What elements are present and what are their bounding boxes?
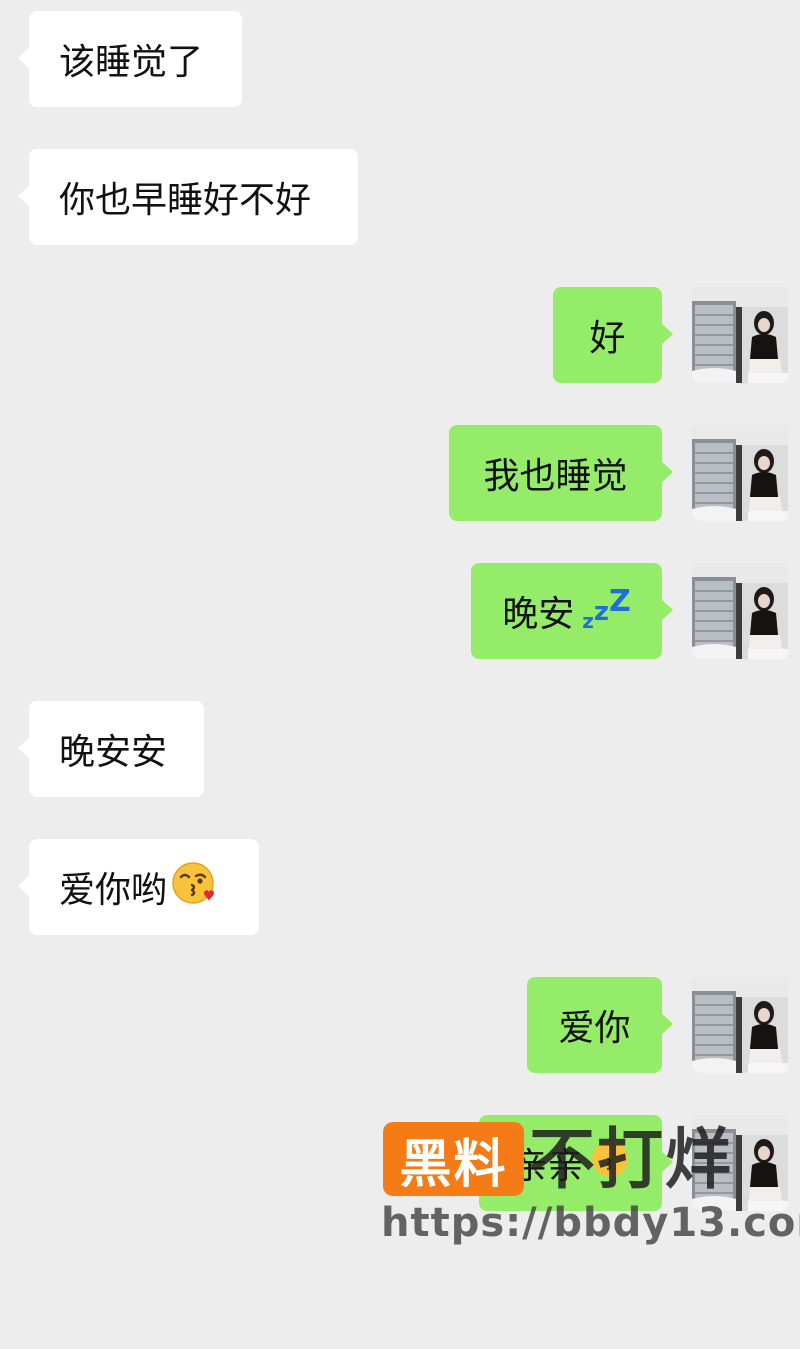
message-text: 爱你哟 (59, 870, 168, 911)
message-bubble[interactable]: 爱你哟 (18, 839, 259, 935)
message-bubble[interactable]: 该睡觉了 (18, 11, 242, 107)
watermark: 黑料 不打烊 https://bbdy13.com (381, 1120, 800, 1250)
message-bubble[interactable]: 晚安安 (18, 701, 204, 797)
user-avatar[interactable] (692, 977, 788, 1073)
message-text: 我也睡觉 (483, 456, 628, 497)
message-bubble[interactable]: 晚安 z z Z (471, 563, 673, 659)
message-bubble[interactable]: 我也睡觉 (449, 425, 673, 521)
user-avatar-photo (692, 563, 788, 659)
message-text: 好 (589, 318, 626, 359)
user-avatar[interactable] (692, 425, 788, 521)
user-avatar-photo (692, 425, 788, 521)
face-blowing-kiss-emoji (171, 860, 217, 915)
message-text: 晚安安 (59, 732, 168, 773)
message-bubble[interactable]: 爱你 (527, 977, 673, 1073)
user-avatar[interactable] (692, 563, 788, 659)
watermark-logo-orange: 黑料 (383, 1122, 524, 1196)
message-bubble[interactable]: 好 (553, 287, 673, 383)
message-bubble[interactable]: 你也早睡好不好 (18, 149, 358, 245)
user-avatar-photo (692, 977, 788, 1073)
zzz-sleep-emoji: z z Z (582, 584, 631, 633)
message-text: 你也早睡好不好 (59, 180, 312, 221)
user-avatar[interactable] (692, 287, 788, 383)
user-avatar-photo (692, 287, 788, 383)
watermark-url: https://bbdy13.com (381, 1200, 800, 1246)
message-text: 爱你 (558, 1008, 631, 1049)
message-text: 晚安 (502, 594, 575, 635)
watermark-logo-text: 不打烊 (529, 1121, 733, 1198)
message-text: 该睡觉了 (59, 42, 204, 83)
